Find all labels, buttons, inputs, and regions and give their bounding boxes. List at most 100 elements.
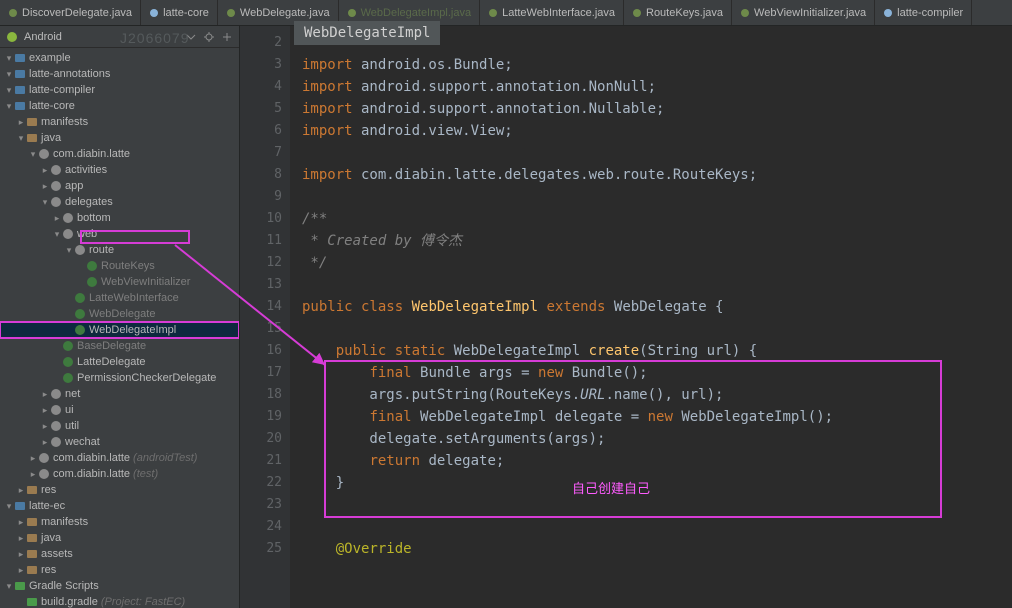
chevron-right-icon[interactable]: ▸ (40, 402, 50, 418)
chevron-right-icon[interactable]: ▸ (16, 514, 26, 530)
tree-node[interactable]: LatteWebInterface (0, 290, 239, 306)
tree-node[interactable]: ▸net (0, 386, 239, 402)
hide-icon[interactable] (221, 31, 233, 43)
tree-node[interactable]: ▸res (0, 562, 239, 578)
tree-node[interactable]: ▸util (0, 418, 239, 434)
code-line[interactable]: } (302, 472, 1012, 494)
tree-node[interactable]: ▸res (0, 482, 239, 498)
chevron-down-icon[interactable]: ▾ (4, 66, 14, 82)
tree-node[interactable]: WebDelegateImpl (0, 322, 239, 338)
chevron-down-icon[interactable]: ▾ (4, 50, 14, 66)
tree-node[interactable]: ▸com.diabin.latte (androidTest) (0, 450, 239, 466)
tree-node[interactable]: ▾com.diabin.latte (0, 146, 239, 162)
tree-node[interactable]: ▸ui (0, 402, 239, 418)
project-view-header[interactable]: Android (0, 26, 239, 48)
tree-node[interactable]: ▾java (0, 130, 239, 146)
mod-icon (14, 84, 26, 96)
chevron-down-icon[interactable]: ▾ (4, 498, 14, 514)
tree-node[interactable]: ▾latte-compiler (0, 82, 239, 98)
chevron-down-icon[interactable]: ▾ (64, 242, 74, 258)
code-line[interactable]: args.putString(RouteKeys.URL.name(), url… (302, 384, 1012, 406)
tree-node[interactable]: WebViewInitializer (0, 274, 239, 290)
collapse-icon[interactable] (185, 31, 197, 43)
tree-node[interactable]: ▸manifests (0, 114, 239, 130)
code-line[interactable]: import android.support.annotation.Nullab… (302, 98, 1012, 120)
tree-node[interactable]: LatteDelegate (0, 354, 239, 370)
editor-tab[interactable]: latte-core (141, 0, 218, 25)
chevron-right-icon[interactable]: ▸ (28, 466, 38, 482)
chevron-right-icon[interactable]: ▸ (16, 482, 26, 498)
editor-tab[interactable]: latte-compiler (875, 0, 972, 25)
tree-node[interactable]: RouteKeys (0, 258, 239, 274)
code-editor[interactable]: 2345678910111213141516171819202122232425… (240, 26, 1012, 608)
code-line[interactable]: import com.diabin.latte.delegates.web.ro… (302, 164, 1012, 186)
code-line[interactable]: final Bundle args = new Bundle(); (302, 362, 1012, 384)
chevron-right-icon[interactable]: ▸ (16, 530, 26, 546)
tree-node[interactable]: PermissionCheckerDelegate (0, 370, 239, 386)
chevron-down-icon[interactable]: ▾ (40, 194, 50, 210)
tree-node[interactable]: ▸app (0, 178, 239, 194)
tree-node[interactable]: ▾Gradle Scripts (0, 578, 239, 594)
project-tree[interactable]: ▾example▾latte-annotations▾latte-compile… (0, 48, 239, 608)
code-area[interactable]: import android.os.Bundle;import android.… (290, 26, 1012, 608)
tree-node[interactable]: ▾route (0, 242, 239, 258)
code-line[interactable]: final WebDelegateImpl delegate = new Web… (302, 406, 1012, 428)
tree-node[interactable]: ▸wechat (0, 434, 239, 450)
tree-node[interactable]: WebDelegate (0, 306, 239, 322)
tree-label: build.gradle (41, 594, 98, 608)
tree-node[interactable]: ▸java (0, 530, 239, 546)
chevron-right-icon[interactable]: ▸ (16, 114, 26, 130)
chevron-down-icon[interactable]: ▾ (16, 130, 26, 146)
gear-icon[interactable] (203, 31, 215, 43)
code-line[interactable]: delegate.setArguments(args); (302, 428, 1012, 450)
tree-node[interactable]: BaseDelegate (0, 338, 239, 354)
code-line[interactable]: import android.support.annotation.NonNul… (302, 76, 1012, 98)
tree-node[interactable]: ▾latte-annotations (0, 66, 239, 82)
tree-node[interactable]: ▾delegates (0, 194, 239, 210)
code-line[interactable] (302, 142, 1012, 164)
tree-node[interactable]: ▾latte-core (0, 98, 239, 114)
chevron-right-icon[interactable]: ▸ (40, 162, 50, 178)
code-line[interactable]: */ (302, 252, 1012, 274)
chevron-down-icon[interactable]: ▾ (4, 578, 14, 594)
tree-node[interactable]: ▸com.diabin.latte (test) (0, 466, 239, 482)
chevron-down-icon[interactable]: ▾ (4, 82, 14, 98)
code-line[interactable]: import android.view.View; (302, 120, 1012, 142)
tab-label: WebDelegate.java (240, 7, 330, 19)
tree-node[interactable]: ▸manifests (0, 514, 239, 530)
tree-node[interactable]: ▸activities (0, 162, 239, 178)
code-line[interactable]: return delegate; (302, 450, 1012, 472)
code-line[interactable]: * Created by 傅令杰 (302, 230, 1012, 252)
chevron-right-icon[interactable]: ▸ (40, 178, 50, 194)
code-line[interactable] (302, 186, 1012, 208)
editor-tab[interactable]: RouteKeys.java (624, 0, 732, 25)
editor-tab[interactable]: WebViewInitializer.java (732, 0, 875, 25)
code-line[interactable] (302, 516, 1012, 538)
chevron-right-icon[interactable]: ▸ (40, 418, 50, 434)
code-line[interactable]: public static WebDelegateImpl create(Str… (302, 340, 1012, 362)
chevron-right-icon[interactable]: ▸ (28, 450, 38, 466)
chevron-right-icon[interactable]: ▸ (16, 562, 26, 578)
chevron-down-icon[interactable]: ▾ (52, 226, 62, 242)
chevron-right-icon[interactable]: ▸ (40, 386, 50, 402)
code-line[interactable]: /** (302, 208, 1012, 230)
code-line[interactable] (302, 318, 1012, 340)
tree-node[interactable]: ▾web (0, 226, 239, 242)
chevron-down-icon[interactable]: ▾ (28, 146, 38, 162)
chevron-right-icon[interactable]: ▸ (16, 546, 26, 562)
tree-node[interactable]: ▸assets (0, 546, 239, 562)
code-line[interactable]: import android.os.Bundle; (302, 54, 1012, 76)
editor-tab[interactable]: DiscoverDelegate.java (0, 0, 141, 25)
code-line[interactable]: @Override (302, 538, 1012, 560)
tree-node[interactable]: ▸bottom (0, 210, 239, 226)
tree-node[interactable]: build.gradle (Project: FastEC) (0, 594, 239, 608)
code-line[interactable] (302, 274, 1012, 296)
chevron-right-icon[interactable]: ▸ (40, 434, 50, 450)
chevron-down-icon[interactable]: ▾ (4, 98, 14, 114)
editor-tab[interactable]: LatteWebInterface.java (480, 0, 624, 25)
code-line[interactable]: public class WebDelegateImpl extends Web… (302, 296, 1012, 318)
tree-node[interactable]: ▾latte-ec (0, 498, 239, 514)
chevron-right-icon[interactable]: ▸ (52, 210, 62, 226)
code-line[interactable] (302, 494, 1012, 516)
tree-node[interactable]: ▾example (0, 50, 239, 66)
